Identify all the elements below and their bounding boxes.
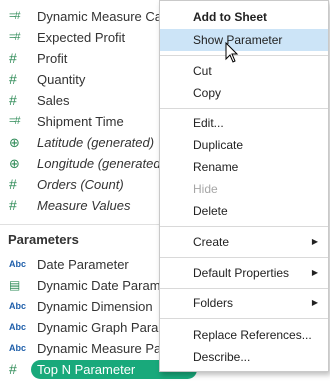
menu-item-label: Cut [193, 64, 212, 78]
menu-item-default-properties[interactable]: Default Properties ▶ [160, 262, 328, 284]
menu-item-duplicate[interactable]: Duplicate [160, 134, 328, 156]
parameter-name: Date Parameter [37, 257, 129, 272]
field-name: Profit [37, 51, 68, 66]
field-name: Sales [37, 93, 70, 108]
menu-item-label: Replace References... [193, 328, 312, 342]
menu-item-describe[interactable]: Describe... [160, 346, 328, 368]
menu-item-label: Create [193, 235, 230, 249]
menu-item-create[interactable]: Create ▶ [160, 231, 328, 253]
field-name: Measure Values [37, 198, 131, 213]
menu-item-add-to-sheet[interactable]: Add to Sheet [160, 6, 328, 28]
measure-icon: # [9, 176, 17, 192]
parameter-name: Top N Parameter [37, 362, 136, 377]
submenu-arrow-icon: ▶ [311, 268, 318, 277]
menu-item-edit[interactable]: Edit... [160, 112, 328, 134]
menu-item-delete[interactable]: Delete [160, 200, 328, 222]
menu-separator [160, 288, 328, 289]
menu-item-cut[interactable]: Cut [160, 60, 328, 82]
calc-field-icon: =# [9, 115, 21, 127]
abc-icon: Abc [9, 259, 27, 269]
menu-item-label: Hide [193, 182, 218, 196]
submenu-arrow-icon: ▶ [311, 237, 318, 246]
submenu-arrow-icon: ▶ [311, 298, 318, 307]
measure-icon: # [9, 71, 17, 87]
menu-item-show-parameter[interactable]: Show Parameter [160, 29, 328, 51]
abc-icon: Abc [9, 301, 27, 311]
menu-item-label: Copy [193, 86, 222, 100]
field-name: Shipment Time [37, 114, 124, 129]
menu-item-copy[interactable]: Copy [160, 82, 328, 104]
menu-separator [160, 108, 328, 109]
mouse-pointer-icon [225, 42, 239, 63]
globe-icon: ⊕ [9, 156, 20, 171]
menu-item-folders[interactable]: Folders ▶ [160, 292, 328, 314]
menu-item-label: Add to Sheet [193, 10, 267, 24]
measure-icon: # [9, 197, 17, 213]
menu-item-hide: Hide [160, 178, 328, 200]
measure-icon: # [9, 361, 17, 377]
menu-separator [160, 318, 328, 319]
menu-item-label: Default Properties [193, 266, 290, 280]
menu-item-label: Duplicate [193, 138, 244, 152]
menu-separator [160, 55, 328, 56]
field-name: Longitude (generated) [37, 156, 165, 171]
menu-item-rename[interactable]: Rename [160, 156, 328, 178]
menu-separator [160, 257, 328, 258]
menu-item-label: Describe... [193, 350, 251, 364]
context-menu: Add to Sheet Show Parameter Cut Copy Edi… [159, 0, 329, 372]
measure-icon: # [9, 50, 17, 66]
abc-icon: Abc [9, 322, 27, 332]
field-name: Quantity [37, 72, 86, 87]
globe-icon: ⊕ [9, 135, 20, 150]
menu-item-label: Rename [193, 160, 239, 174]
field-name: Dynamic Measure Calc [37, 9, 172, 24]
menu-item-label: Folders [193, 296, 234, 310]
menu-item-label: Edit... [193, 116, 224, 130]
measure-icon: # [9, 92, 17, 108]
parameter-name: Dynamic Dimension [37, 299, 153, 314]
menu-item-label: Delete [193, 204, 228, 218]
menu-separator [160, 226, 328, 227]
abc-icon: Abc [9, 343, 27, 353]
field-name: Expected Profit [37, 30, 126, 45]
calc-field-icon: =# [9, 31, 21, 43]
menu-item-replace-references[interactable]: Replace References... [160, 324, 328, 346]
calendar-icon: ▤ [9, 278, 21, 292]
parameters-header: Parameters [8, 232, 79, 247]
field-name: Latitude (generated) [37, 135, 155, 150]
field-name: Orders (Count) [37, 177, 124, 192]
calc-field-icon: =# [9, 10, 21, 22]
